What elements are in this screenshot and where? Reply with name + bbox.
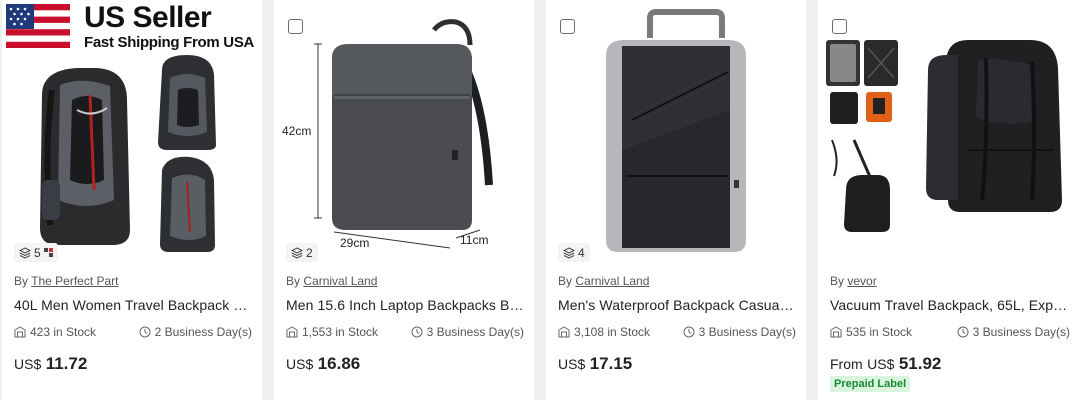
- product-title[interactable]: Vacuum Travel Backpack, 65L, Expandable …: [830, 297, 1070, 313]
- image-count: 2: [306, 245, 313, 260]
- seller-link[interactable]: vevor: [847, 274, 876, 288]
- price-currency: US$: [286, 356, 314, 372]
- seller-link[interactable]: Carnival Land: [575, 274, 649, 288]
- price-prefix: From: [830, 356, 863, 372]
- seller-line: By Carnival Land: [558, 274, 649, 288]
- product-image[interactable]: US Seller Fast Shipping From USA 5: [2, 0, 262, 262]
- clock-icon: [411, 326, 423, 338]
- seller-link[interactable]: The Perfect Part: [31, 274, 118, 288]
- warehouse-icon: [830, 326, 842, 338]
- us-flag-icon: [6, 4, 70, 48]
- clock-icon: [139, 326, 151, 338]
- price-amount: 17.15: [589, 354, 633, 373]
- stock-text: 1,553 in Stock: [302, 325, 379, 339]
- image-count-badge: 2: [286, 243, 318, 262]
- product-grid: US Seller Fast Shipping From USA 5 By Th…: [0, 0, 1080, 400]
- price-amount: 51.92: [898, 354, 942, 373]
- layers-icon: [19, 246, 31, 259]
- image-count: 5: [34, 245, 41, 260]
- shipping-text: 3 Business Day(s): [972, 325, 1070, 339]
- product-image[interactable]: [818, 0, 1080, 262]
- seller-prefix: By: [286, 274, 301, 288]
- shipping-text: 2 Business Day(s): [154, 325, 252, 339]
- dimension-width-label: 29cm: [340, 236, 370, 250]
- seller-prefix: By: [14, 274, 29, 288]
- stock-text: 3,108 in Stock: [574, 325, 651, 339]
- laptop-backpack-photo: [314, 19, 493, 249]
- select-checkbox[interactable]: [560, 19, 575, 34]
- seller-prefix: By: [558, 274, 573, 288]
- waterproof-backpack-photo: [606, 9, 746, 252]
- dimension-depth-label: 11cm: [460, 233, 489, 247]
- product-title[interactable]: Men's Waterproof Backpack Casual Busines…: [558, 297, 796, 313]
- seller-line: By The Perfect Part: [14, 274, 119, 288]
- product-meta: 3,108 in Stock 3 Business Day(s): [558, 325, 796, 339]
- warehouse-icon: [558, 326, 570, 338]
- seller-line: By Carnival Land: [286, 274, 377, 288]
- price: US$ 11.72: [14, 354, 87, 374]
- product-card[interactable]: 4 By Carnival Land Men's Waterproof Back…: [546, 0, 806, 400]
- price-currency: US$: [867, 356, 895, 372]
- product-card[interactable]: US Seller Fast Shipping From USA 5 By Th…: [2, 0, 262, 400]
- banner-subtitle: Fast Shipping From USA: [84, 34, 255, 51]
- select-checkbox[interactable]: [288, 19, 303, 34]
- clock-icon: [683, 326, 695, 338]
- select-checkbox[interactable]: [832, 19, 847, 34]
- warehouse-icon: [14, 326, 26, 338]
- seller-prefix: By: [830, 274, 845, 288]
- clock-icon: [957, 326, 969, 338]
- price: US$ 16.86: [286, 354, 360, 374]
- price: US$ 17.15: [558, 354, 632, 374]
- shipping-text: 3 Business Day(s): [698, 325, 796, 339]
- shipping-text: 3 Business Day(s): [426, 325, 524, 339]
- product-title[interactable]: 40L Men Women Travel Backpack Running Hi…: [14, 297, 252, 313]
- seller-link[interactable]: Carnival Land: [303, 274, 377, 288]
- price-currency: US$: [14, 356, 42, 372]
- price-amount: 11.72: [45, 354, 88, 373]
- price-currency: US$: [558, 356, 586, 372]
- video-icon: [43, 248, 53, 257]
- product-meta: 1,553 in Stock 3 Business Day(s): [286, 325, 524, 339]
- product-image[interactable]: 4: [546, 0, 806, 262]
- stock-text: 423 in Stock: [30, 325, 97, 339]
- us-seller-banner: US Seller Fast Shipping From USA: [84, 1, 254, 51]
- product-image[interactable]: 42cm 29cm 11cm 2: [274, 0, 534, 262]
- travel-backpack-photo: [826, 40, 1062, 232]
- product-card[interactable]: 42cm 29cm 11cm 2 By Carnival Land Men 15…: [274, 0, 534, 400]
- product-card[interactable]: By vevor Vacuum Travel Backpack, 65L, Ex…: [818, 0, 1080, 400]
- image-count: 4: [578, 245, 585, 260]
- image-count-badge: 4: [558, 243, 590, 262]
- product-meta: 423 in Stock 2 Business Day(s): [14, 325, 252, 339]
- layers-icon: [563, 246, 575, 259]
- price-amount: 16.86: [317, 354, 361, 373]
- seller-line: By vevor: [830, 274, 877, 288]
- image-count-badge: 5: [14, 243, 58, 262]
- price: From US$ 51.92: [830, 354, 941, 374]
- stock-text: 535 in Stock: [846, 325, 913, 339]
- dimension-height-label: 42cm: [282, 124, 312, 138]
- layers-icon: [291, 246, 303, 259]
- prepaid-label-badge: Prepaid Label: [830, 376, 911, 392]
- product-meta: 535 in Stock 3 Business Day(s): [830, 325, 1070, 339]
- warehouse-icon: [286, 326, 298, 338]
- banner-title: US Seller: [84, 1, 212, 34]
- product-title[interactable]: Men 15.6 Inch Laptop Backpacks Business …: [286, 297, 524, 313]
